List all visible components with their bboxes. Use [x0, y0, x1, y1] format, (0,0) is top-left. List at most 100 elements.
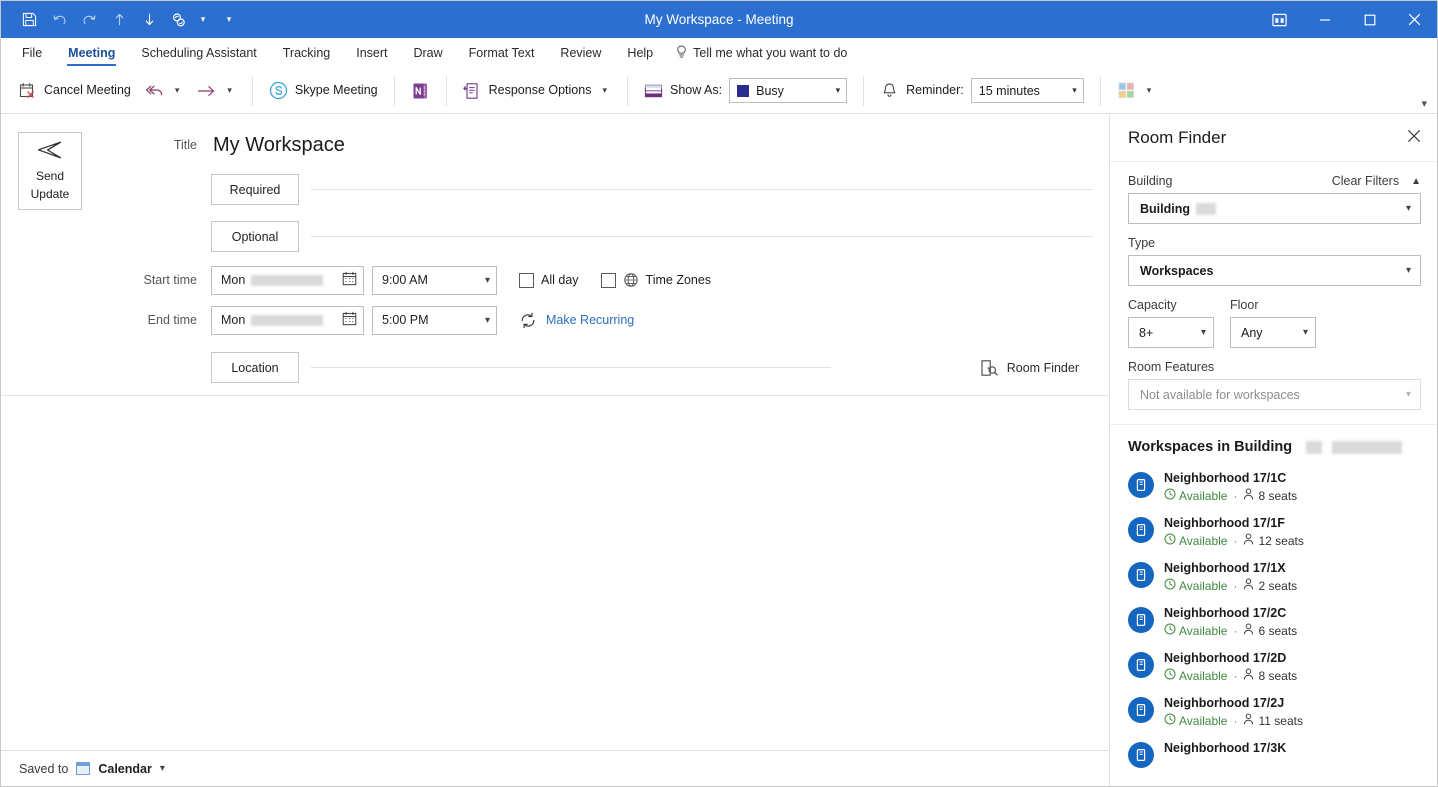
required-input[interactable] [311, 189, 1093, 190]
redo-icon[interactable] [75, 7, 103, 33]
end-date-input[interactable]: Mon [211, 305, 364, 335]
tab-meeting[interactable]: Meeting [55, 38, 128, 68]
calendar-icon[interactable] [342, 311, 357, 329]
maximize-button[interactable] [1347, 1, 1392, 38]
location-button[interactable]: Location [211, 352, 299, 383]
reminder-dropdown[interactable]: 15 minutes ▾ [970, 78, 1084, 103]
response-options-dropdown-icon[interactable]: ▾ [598, 85, 611, 96]
previous-item-icon[interactable] [105, 7, 133, 33]
list-building-redacted-2 [1332, 440, 1403, 454]
saved-folder-name: Calendar [98, 761, 152, 776]
list-item[interactable]: Neighborhood 17/1X Available · 2 seats [1128, 553, 1429, 598]
minimize-button[interactable] [1302, 1, 1347, 38]
workspace-seats: 2 seats [1243, 578, 1297, 593]
all-day-checkbox[interactable] [519, 272, 534, 288]
start-time-input[interactable]: 9:00 AM ▾ [372, 265, 497, 295]
end-time-label: End time [147, 313, 197, 327]
person-icon [1243, 578, 1254, 593]
folder-dropdown-icon[interactable]: ▾ [160, 763, 165, 774]
meeting-body-editor[interactable] [1, 396, 1109, 750]
tell-me-search[interactable]: Tell me what you want to do [666, 38, 857, 68]
customize-qat-icon[interactable]: ▾ [221, 7, 237, 33]
ribbon-display-options-icon[interactable] [1257, 1, 1302, 38]
list-item[interactable]: Neighborhood 17/1C Available · 8 seats [1128, 463, 1429, 508]
end-date-redacted [251, 314, 324, 326]
building-dropdown[interactable]: Building ▾ [1128, 193, 1421, 224]
collapse-ribbon-icon[interactable]: ▾ [1421, 97, 1427, 110]
close-icon[interactable] [1407, 129, 1421, 147]
tab-insert[interactable]: Insert [343, 38, 400, 68]
tab-draw[interactable]: Draw [400, 38, 455, 68]
next-item-icon[interactable] [135, 7, 163, 33]
send-icon [37, 140, 63, 164]
list-item[interactable]: Neighborhood 17/2J Available · 11 seats [1128, 688, 1429, 733]
send-column: Send Update [1, 124, 99, 395]
floor-dropdown[interactable]: Any ▾ [1230, 317, 1316, 348]
chevron-down-icon: ▾ [835, 85, 841, 95]
meta-separator: · [1233, 578, 1238, 593]
show-as-label: Show As: [669, 83, 723, 98]
clock-icon [1164, 488, 1176, 503]
tab-format-text[interactable]: Format Text [456, 38, 548, 68]
list-item[interactable]: Neighborhood 17/1F Available · 12 seats [1128, 508, 1429, 553]
time-zones-checkbox-row[interactable]: Time Zones [600, 272, 712, 288]
chevron-up-icon[interactable]: ▲ [1411, 176, 1421, 187]
reply-dropdown-icon[interactable]: ▾ [171, 85, 184, 96]
reply-button[interactable]: ▾ [138, 74, 191, 108]
forward-dropdown-icon[interactable]: ▾ [223, 85, 236, 96]
make-recurring-button[interactable]: Make Recurring [519, 312, 634, 329]
close-button[interactable] [1392, 1, 1437, 38]
meta-separator: · [1233, 488, 1238, 503]
start-date-input[interactable]: Mon [211, 265, 364, 295]
response-options-button[interactable]: Response Options ▾ [456, 74, 618, 108]
calendar-icon[interactable] [342, 271, 357, 289]
workspace-availability: Available [1164, 488, 1227, 503]
skype-meeting-button[interactable]: Skype Meeting [262, 74, 385, 108]
room-features-dropdown: Not available for workspaces ▾ [1128, 379, 1421, 410]
categorize-button[interactable]: ▾ [1110, 74, 1163, 108]
tab-scheduling-assistant[interactable]: Scheduling Assistant [128, 38, 269, 68]
send-update-button[interactable]: Send Update [18, 132, 82, 210]
workspace-availability: Available [1164, 578, 1227, 593]
save-icon[interactable] [15, 7, 43, 33]
time-zones-label: Time Zones [645, 273, 712, 287]
type-dropdown[interactable]: Workspaces ▾ [1128, 255, 1421, 286]
ribbon-divider [1099, 75, 1101, 106]
building-value-redacted [1196, 202, 1216, 215]
reminder-control: Reminder: 15 minutes ▾ [873, 74, 1091, 108]
workspaces-list[interactable]: Neighborhood 17/1C Available · 8 seats N… [1110, 463, 1437, 786]
tab-help[interactable]: Help [614, 38, 666, 68]
clear-filters-button[interactable]: Clear Filters [1332, 174, 1399, 188]
workspace-seats: 11 seats [1243, 713, 1303, 728]
workspace-avatar-icon [1128, 562, 1154, 588]
meeting-header-form: Send Update Title My Workspace Required [1, 114, 1109, 396]
undo-icon[interactable] [45, 7, 73, 33]
optional-button[interactable]: Optional [211, 221, 299, 252]
all-day-checkbox-row[interactable]: All day [519, 272, 579, 288]
optional-input[interactable] [311, 236, 1093, 237]
tell-me-label: Tell me what you want to do [693, 46, 848, 60]
title-input[interactable]: My Workspace [211, 134, 345, 157]
end-time-input[interactable]: 5:00 PM ▾ [372, 305, 497, 335]
forward-button[interactable]: ▾ [190, 74, 243, 108]
skype-icon[interactable] [165, 7, 193, 33]
time-zones-checkbox[interactable] [600, 272, 616, 288]
tab-tracking[interactable]: Tracking [270, 38, 343, 68]
tab-review[interactable]: Review [547, 38, 614, 68]
meeting-notes-button[interactable] [404, 74, 437, 108]
skype-dropdown-icon[interactable]: ▾ [195, 7, 211, 33]
room-finder-button[interactable]: Room Finder [980, 359, 1093, 377]
tab-file[interactable]: File [9, 38, 55, 68]
categorize-dropdown-icon[interactable]: ▾ [1143, 85, 1156, 96]
show-as-dropdown[interactable]: Busy ▾ [729, 78, 848, 103]
list-item[interactable]: Neighborhood 17/2D Available · 8 seats [1128, 643, 1429, 688]
ribbon-divider [393, 75, 395, 106]
location-input[interactable] [311, 367, 831, 368]
capacity-dropdown[interactable]: 8+ ▾ [1128, 317, 1214, 348]
show-as-icon [644, 81, 663, 100]
room-finder-panel: Room Finder Building Clear Filters ▲ Bui… [1109, 114, 1437, 786]
cancel-meeting-button[interactable]: Cancel Meeting [11, 74, 138, 108]
list-item[interactable]: Neighborhood 17/3K [1128, 733, 1429, 773]
required-button[interactable]: Required [211, 174, 299, 205]
list-item[interactable]: Neighborhood 17/2C Available · 6 seats [1128, 598, 1429, 643]
